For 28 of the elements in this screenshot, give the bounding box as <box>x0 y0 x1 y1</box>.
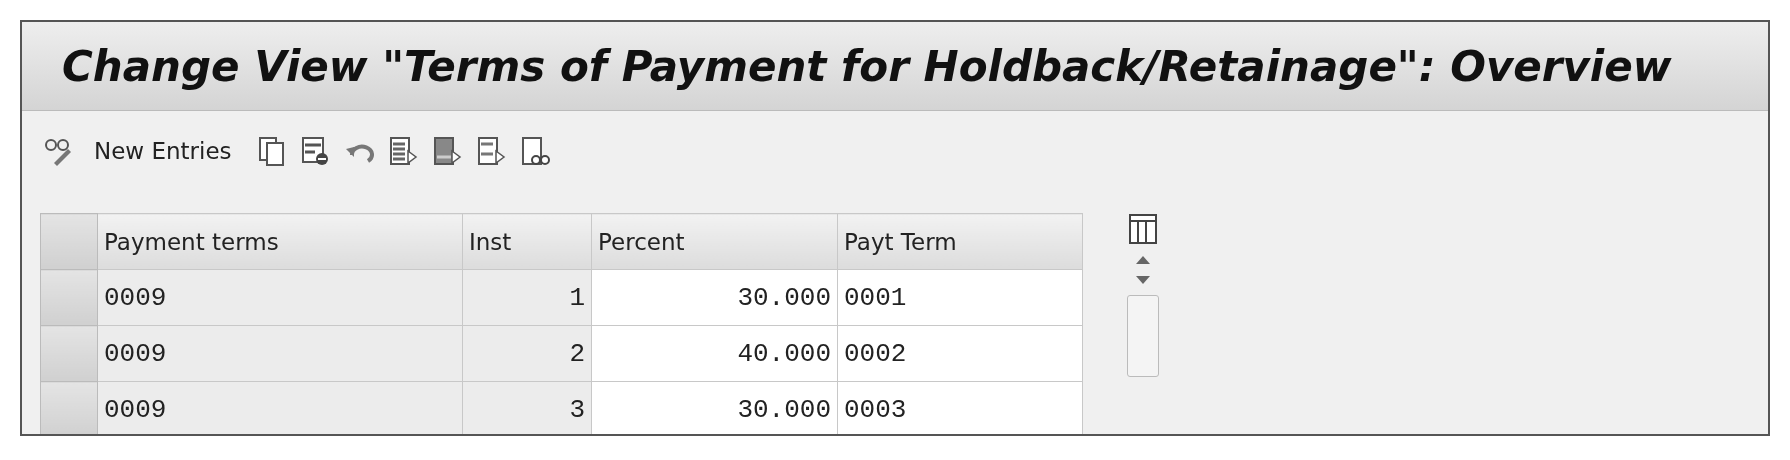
input-field[interactable]: 40.000 <box>591 325 838 382</box>
table-cell: 1 <box>462 269 592 326</box>
column-header[interactable]: Inst <box>462 213 592 270</box>
deselect-all-icon[interactable] <box>475 135 506 167</box>
column-header[interactable]: Percent <box>591 213 838 270</box>
new-entries-button[interactable]: New Entries <box>88 138 238 164</box>
select-all-cell[interactable] <box>40 213 98 270</box>
input-field[interactable]: 30.000 <box>591 269 838 326</box>
column-header[interactable]: Payment terms <box>97 213 463 270</box>
document-glasses-icon[interactable] <box>519 135 550 167</box>
column-settings-icon[interactable] <box>1128 213 1158 245</box>
select-block-icon[interactable] <box>431 135 462 167</box>
input-field[interactable]: 0002 <box>837 325 1083 382</box>
delete-row-icon[interactable] <box>299 135 330 167</box>
table-cell: 2 <box>462 325 592 382</box>
select-all-icon[interactable] <box>387 135 418 167</box>
table-cell: 0009 <box>97 325 463 382</box>
window-title: Change View "Terms of Payment for Holdback/Retainage": Overview <box>62 41 1672 91</box>
scroll-up-icon[interactable] <box>1136 255 1150 265</box>
scroll-down-icon[interactable] <box>1136 275 1150 285</box>
input-field[interactable]: 30.000 <box>591 381 838 434</box>
column-header[interactable]: Payt Term <box>837 213 1083 270</box>
table-cell: 0009 <box>97 381 463 434</box>
scrollbar-thumb[interactable] <box>1127 295 1159 377</box>
table-cell: 3 <box>462 381 592 434</box>
table-cell: 0009 <box>97 269 463 326</box>
input-field[interactable]: 0001 <box>837 269 1083 326</box>
input-field[interactable]: 0003 <box>837 381 1083 434</box>
